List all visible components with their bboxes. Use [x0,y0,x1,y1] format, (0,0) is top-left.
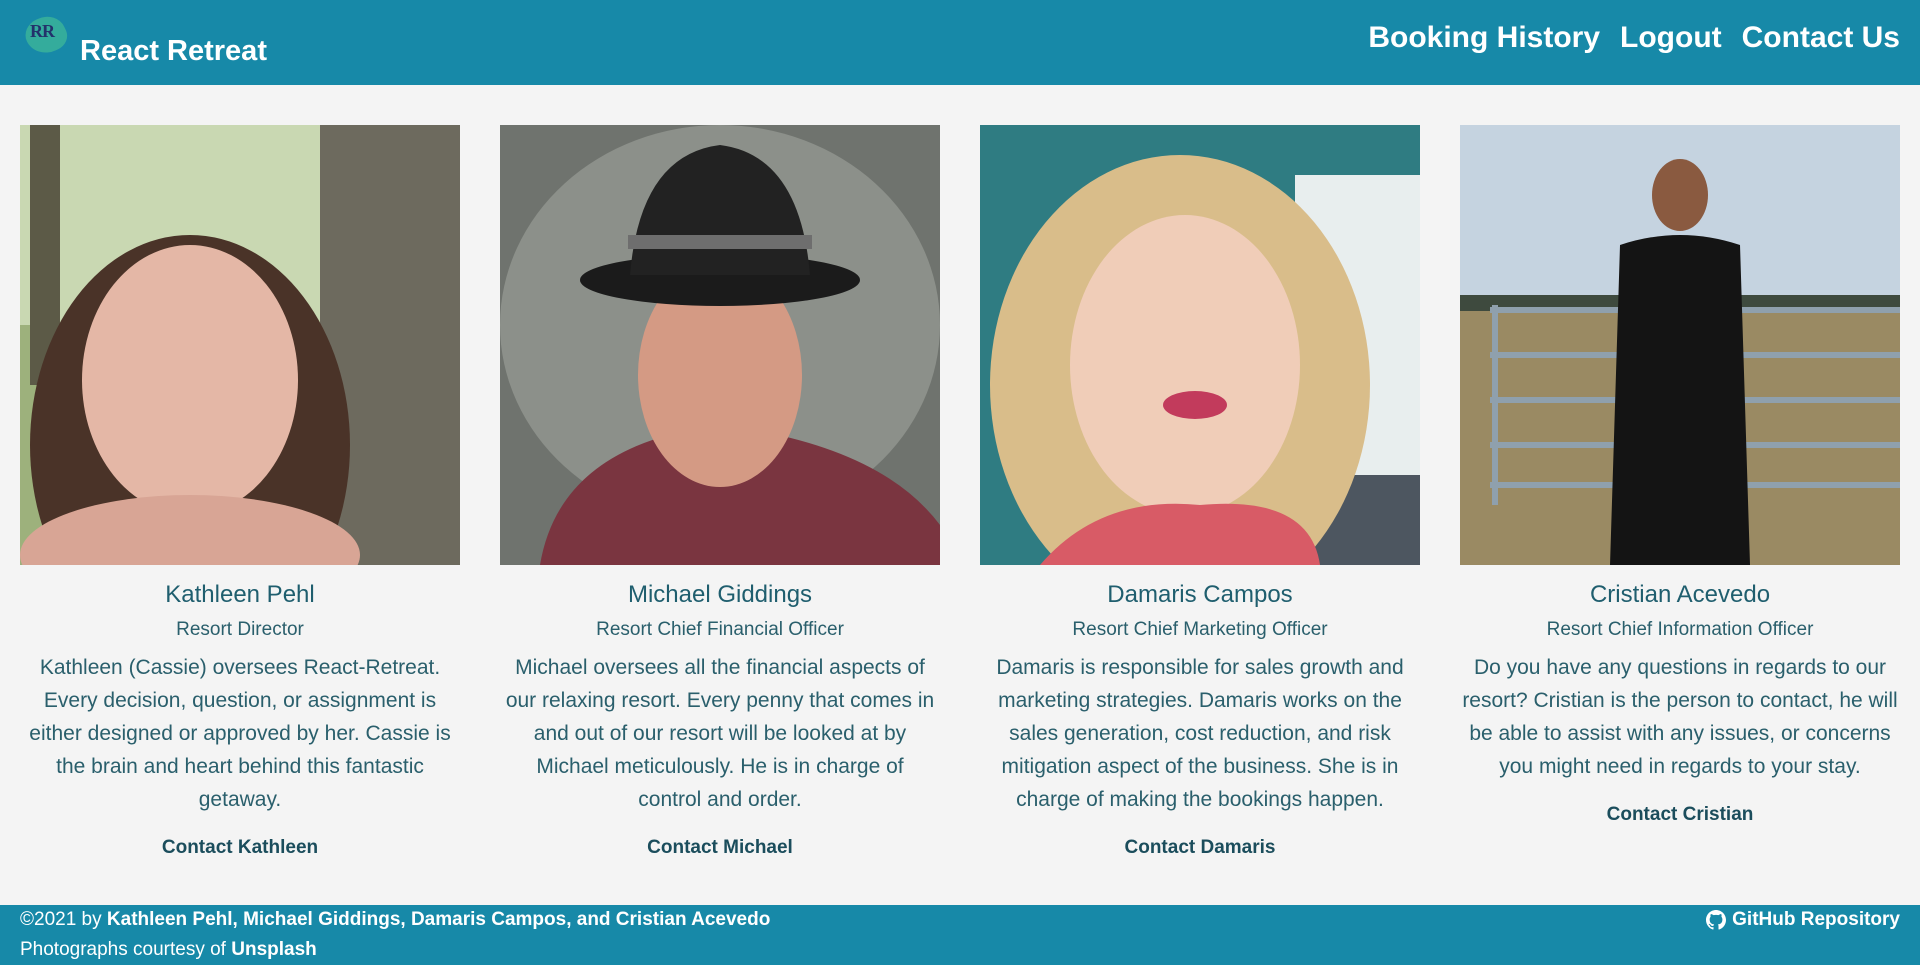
logo-monogram: RR [30,20,55,41]
site-title[interactable]: React Retreat [80,35,267,68]
team-card: Cristian Acevedo Resort Chief Informatio… [1460,125,1900,859]
contact-michael-link[interactable]: Contact Michael [500,837,940,859]
team-card: Kathleen Pehl Resort Director Kathleen (… [20,125,460,859]
logo[interactable]: RR [20,9,74,63]
team-photo [500,125,940,565]
copyright-prefix: ©2021 by [20,909,102,930]
unsplash-link[interactable]: Unsplash [231,939,317,960]
member-role: Resort Chief Information Officer [1546,619,1814,640]
team-card: Michael Giddings Resort Chief Financial … [500,125,940,859]
member-name: Kathleen Pehl [165,581,315,608]
team-photo [20,125,460,565]
member-bio: Damaris is responsible for sales growth … [996,656,1404,811]
nav-booking-history[interactable]: Booking History [1368,21,1600,55]
github-label: GitHub Repository [1732,909,1900,930]
member-name: Cristian Acevedo [1589,581,1771,608]
photo-credit-prefix: Photographs courtesy of [20,939,226,960]
team-card: Damaris Campos Resort Chief Marketing Of… [980,125,1420,859]
member-role: Resort Director [176,619,304,640]
member-name: Michael Giddings [627,581,813,608]
team-photo [1460,125,1900,565]
footer: ©2021 by Kathleen Pehl, Michael Giddings… [0,905,1920,965]
authors-list: Kathleen Pehl, Michael Giddings, Damaris… [106,909,771,930]
contact-kathleen-link[interactable]: Contact Kathleen [20,837,460,859]
contact-damaris-link[interactable]: Contact Damaris [980,837,1420,859]
contact-cristian-link[interactable]: Contact Cristian [1460,804,1900,826]
main-nav: Booking History Logout Contact Us [1368,21,1900,55]
github-icon [1706,910,1727,930]
footer-copyright: ©2021 by Kathleen Pehl, Michael Giddings… [20,909,770,931]
nav-logout[interactable]: Logout [1620,21,1722,55]
member-bio: Michael oversees all the financial aspec… [505,656,935,811]
member-bio: Do you have any questions in regards to … [1462,656,1898,778]
github-repo-link[interactable]: GitHub Repository [1706,909,1900,931]
member-role: Resort Chief Marketing Officer [1072,619,1328,640]
nav-contact-us[interactable]: Contact Us [1742,21,1900,55]
top-navbar: RR React Retreat Booking History Logout … [0,0,1920,85]
member-name: Damaris Campos [1107,581,1293,608]
member-role: Resort Chief Financial Officer [596,619,844,640]
team-cards: Kathleen Pehl Resort Director Kathleen (… [0,85,1920,859]
brand[interactable]: RR React Retreat [20,9,267,68]
member-bio: Kathleen (Cassie) oversees React-Retreat… [29,656,451,811]
footer-photo-credit: Photographs courtesy of Unsplash [20,939,317,961]
team-photo [980,125,1420,565]
